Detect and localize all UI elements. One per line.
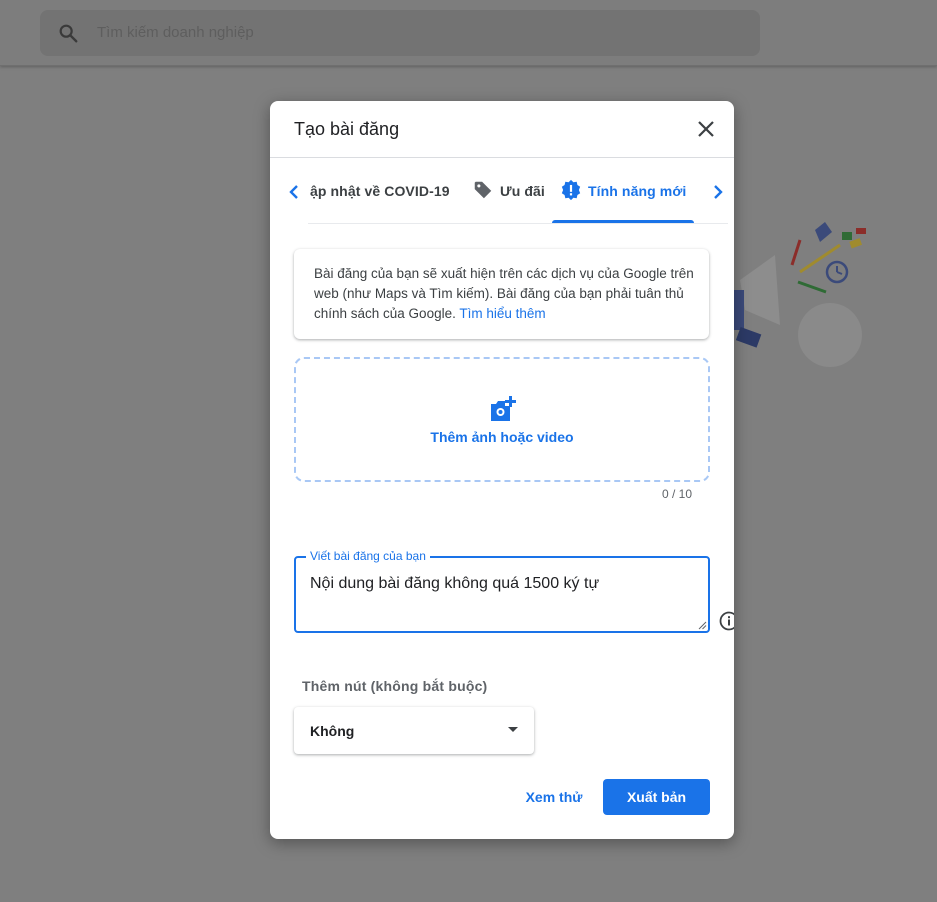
search-box[interactable]: Tìm kiếm doanh nghiệp: [40, 10, 760, 56]
top-bar: Tìm kiếm doanh nghiệp: [0, 0, 937, 66]
preview-button[interactable]: Xem thử: [514, 779, 594, 815]
divider: [308, 223, 728, 224]
caret-down-icon: [508, 727, 518, 732]
chevron-left-icon[interactable]: [284, 180, 304, 204]
post-text-value[interactable]: Nội dung bài đăng không quá 1500 ký tự: [310, 575, 599, 593]
tab-covid-update[interactable]: ập nhật về COVID-19: [310, 158, 450, 224]
add-photo-video-button[interactable]: Thêm ảnh hoặc video: [294, 357, 710, 482]
select-value: Không: [310, 723, 355, 739]
chevron-right-icon[interactable]: [708, 180, 728, 204]
search-input[interactable]: Tìm kiếm doanh nghiệp: [97, 24, 254, 41]
tab-offer[interactable]: Ưu đãi: [472, 158, 545, 224]
tag-icon: [474, 182, 492, 199]
post-text-label: Viết bài đăng của bạn: [306, 549, 430, 563]
post-text-field[interactable]: Viết bài đăng của bạn Nội dung bài đăng …: [294, 549, 710, 633]
add-photo-icon: [491, 396, 516, 421]
alert-badge-icon: [561, 180, 581, 201]
info-text: Bài đăng của bạn sẽ xuất hiện trên các d…: [314, 264, 694, 324]
learn-more-link[interactable]: Tìm hiểu thêm: [459, 306, 545, 321]
post-type-tabs: ập nhật về COVID-19 Ưu đãi Tính năng mới: [270, 158, 734, 224]
tab-label: ập nhật về COVID-19: [310, 183, 450, 199]
media-counter: 0 / 10: [662, 487, 693, 501]
tab-label: Ưu đãi: [500, 183, 545, 199]
tab-whats-new[interactable]: Tính năng mới: [560, 158, 686, 224]
create-post-dialog: Tạo bài đăng ập nhật về COVID-19 Ưu đãi …: [270, 101, 734, 839]
close-icon[interactable]: [694, 117, 718, 141]
tab-label: Tính năng mới: [588, 183, 687, 199]
upload-label: Thêm ảnh hoặc video: [430, 429, 574, 445]
dialog-title: Tạo bài đăng: [294, 119, 400, 139]
background-illustration: [728, 222, 866, 367]
button-type-select[interactable]: Không: [294, 707, 534, 754]
info-card: Bài đăng của bạn sẽ xuất hiện trên các d…: [294, 249, 709, 339]
publish-button[interactable]: Xuất bản: [603, 779, 710, 815]
resize-handle-icon[interactable]: [698, 621, 707, 630]
search-icon: [59, 24, 78, 43]
info-icon[interactable]: [719, 611, 734, 631]
add-button-label: Thêm nút (không bắt buộc): [302, 678, 488, 694]
